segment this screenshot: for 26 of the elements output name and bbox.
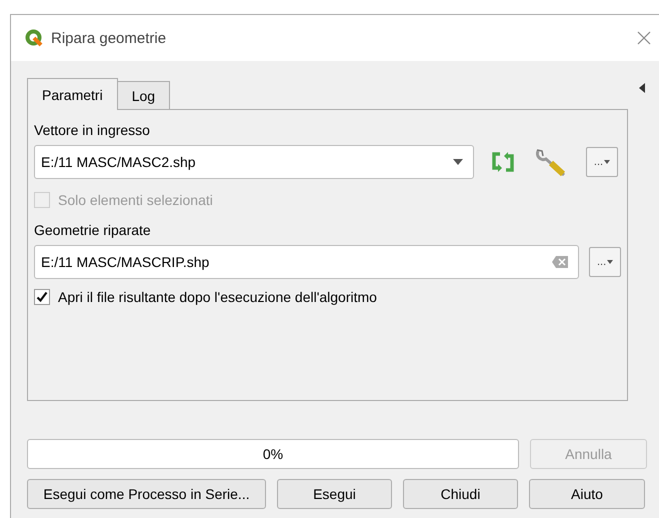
- clear-icon[interactable]: [552, 256, 568, 268]
- browse-button[interactable]: ...: [586, 147, 618, 177]
- close-icon[interactable]: [637, 31, 651, 45]
- browse-button[interactable]: ...: [589, 247, 621, 277]
- dialog-button[interactable]: Esegui come Processo in Serie...: [27, 479, 266, 509]
- app-logo-icon: [25, 29, 43, 47]
- caret-icon: [604, 160, 610, 164]
- output-file-field[interactable]: E:/11 MASC/MASCRIP.shp: [34, 245, 580, 279]
- dropdown-arrow-icon: [453, 159, 463, 165]
- collapse-arrow-icon[interactable]: [639, 83, 645, 93]
- caret-icon: [607, 260, 614, 264]
- tab[interactable]: Log: [116, 81, 170, 109]
- checkbox-label: Solo elementi selezionati: [58, 192, 213, 208]
- tab[interactable]: Parametri: [27, 78, 118, 110]
- dialog-button[interactable]: Aiuto: [529, 479, 645, 509]
- dialog-button[interactable]: Esegui: [277, 479, 392, 509]
- window-title: Ripara geometrie: [51, 30, 168, 46]
- checkbox[interactable]: [34, 289, 50, 305]
- progress-text: 0%: [262, 446, 284, 462]
- wrench-icon[interactable]: [534, 147, 568, 177]
- dialog-button[interactable]: Chiudi: [403, 479, 518, 509]
- checkbox-label: Apri il file risultante dopo l'esecuzione dell'algoritmo: [58, 289, 377, 305]
- layer-combo-box[interactable]: E:/11 MASC/MASC2.shp: [34, 145, 474, 179]
- field-label: Geometrie riparate: [34, 222, 151, 238]
- refresh-icon[interactable]: [490, 151, 516, 173]
- field-label: Vettore in ingresso: [34, 122, 150, 138]
